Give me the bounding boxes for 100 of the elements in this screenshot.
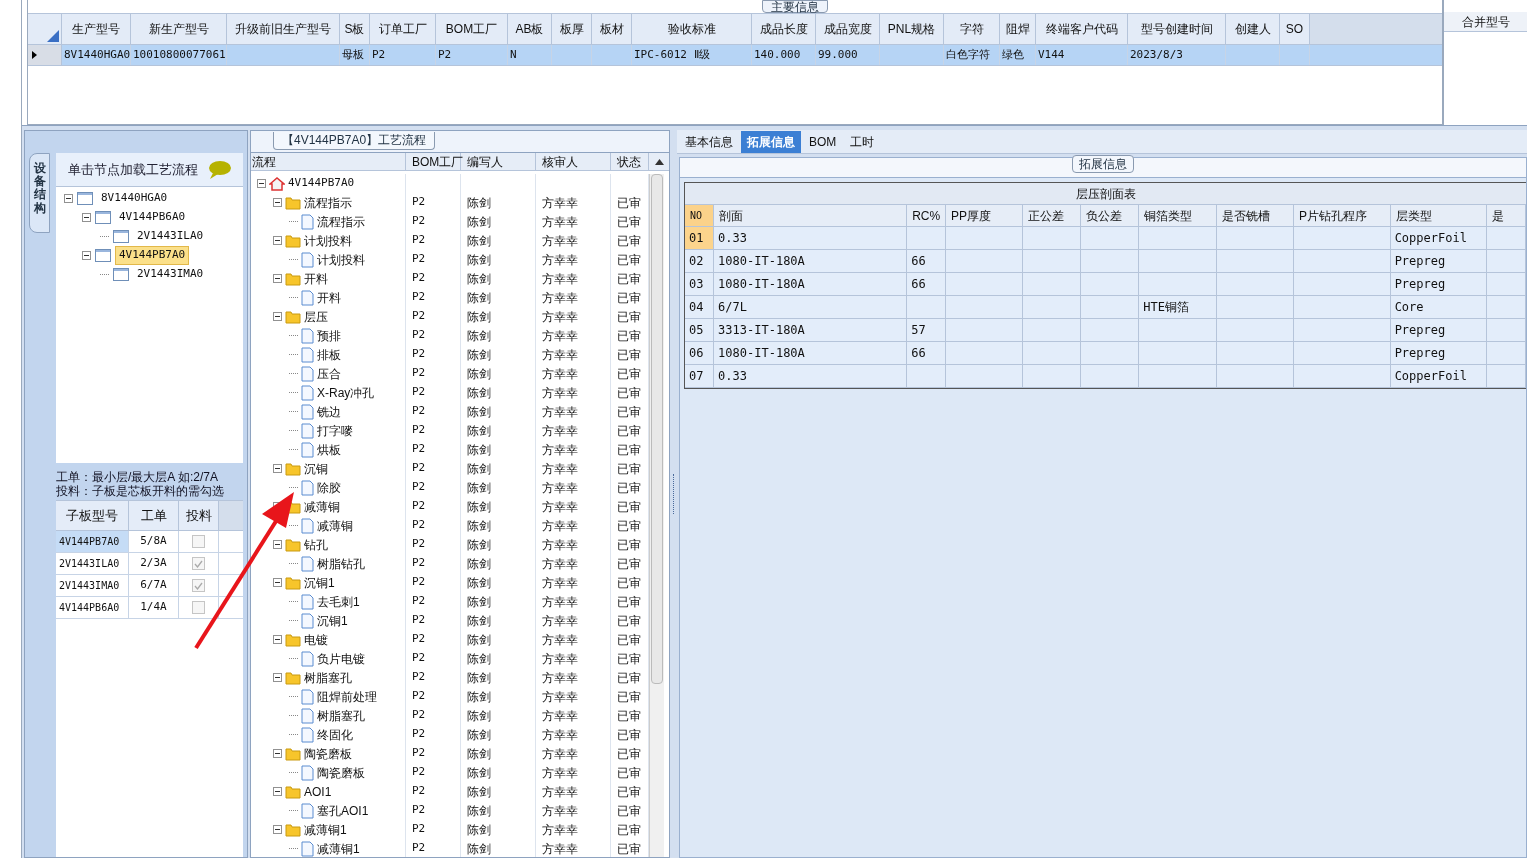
column-header[interactable]: 终端客户代码 [1036,14,1128,44]
tree-node[interactable]: 铣边 [317,402,341,421]
column-header[interactable]: P片钻孔程序 [1294,205,1391,226]
tree-node[interactable]: 排板 [317,345,341,364]
tab[interactable]: BOM [803,131,843,153]
tree-node[interactable]: 沉铜1 [304,573,335,592]
column-header[interactable]: BOM工厂 [406,153,461,170]
collapse-toggle[interactable] [273,578,282,587]
tree-node[interactable]: 钻孔 [304,535,328,554]
column-header[interactable]: 字符 [944,14,1000,44]
column-header[interactable]: 升级前旧生产型号 [227,14,340,44]
table-cell[interactable]: 4V144PB6A0 [56,597,129,618]
collapse-toggle[interactable] [273,749,282,758]
collapse-toggle[interactable] [257,179,266,188]
tree-node[interactable]: 开料 [317,288,341,307]
tree-node[interactable]: 2V1443IMA0 [133,265,208,284]
tree-node[interactable]: 塞孔AOI1 [317,801,369,820]
tree-node[interactable]: 层压 [304,307,328,326]
column-header[interactable]: 负公差 [1081,205,1140,226]
collapse-toggle[interactable] [273,825,282,834]
checkbox[interactable] [192,579,205,592]
collapse-toggle[interactable] [64,194,73,203]
column-header[interactable]: 型号创建时间 [1128,14,1226,44]
scroll-up-icon[interactable] [654,158,664,165]
tree-node[interactable]: 减薄铜1 [317,839,360,857]
column-header[interactable]: 订单工厂 [370,14,436,44]
column-header[interactable]: 新生产型号 [131,14,227,44]
collapse-toggle[interactable] [82,213,91,222]
table-row[interactable]: 8V1440HGA0 10010800077061 母板 P2 P2 N IPC-6012 Ⅱ级 140.000 99.000 白色字符 绿色 V144 2023/8/3 [28,45,1442,66]
column-header[interactable]: NO [685,205,715,226]
tree-node[interactable]: 流程指示 [317,212,365,231]
tree-node[interactable]: 预排 [317,326,341,345]
column-header[interactable]: BOM工厂 [436,14,508,44]
side-tab[interactable]: 设备结构 [29,153,50,233]
tree-node[interactable]: 烘板 [317,440,341,459]
collapse-toggle[interactable] [273,312,282,321]
column-header[interactable]: 板厚 [552,14,592,44]
tree-node[interactable]: 除胶 [317,478,341,497]
tree-node[interactable]: 负片电镀 [317,649,365,668]
collapse-toggle[interactable] [273,236,282,245]
splitter-handle[interactable] [672,474,675,514]
collapse-toggle[interactable] [273,464,282,473]
column-header[interactable]: 正公差 [1023,205,1082,226]
tree-node[interactable]: 去毛刺1 [317,592,360,611]
tree-node[interactable]: 4V144PB6A0 [115,208,190,227]
collapse-toggle[interactable] [273,540,282,549]
tree-node[interactable]: AOI1 [304,782,332,801]
column-header[interactable]: PP厚度 [945,205,1024,226]
column-header[interactable]: 状态 [611,153,649,170]
tree-node[interactable]: 电镀 [304,630,328,649]
collapse-toggle[interactable] [273,673,282,682]
table-cell[interactable]: 2V1443ILA0 [56,553,129,574]
collapse-toggle[interactable] [273,635,282,644]
column-header[interactable]: 剖面 [714,205,908,226]
tree-node[interactable]: 4V144PB7A0 [115,246,190,265]
column-header[interactable]: 创建人 [1226,14,1280,44]
column-header[interactable]: 是 [1487,205,1526,226]
tree-node[interactable]: X-Ray冲孔 [317,383,375,402]
tree-node[interactable]: 陶瓷磨板 [304,744,352,763]
checkbox[interactable] [192,535,205,548]
tree-node[interactable]: 树脂塞孔 [317,706,365,725]
column-header[interactable]: 工单 [129,501,179,530]
checkbox[interactable] [192,601,205,614]
tab[interactable]: 拓展信息 [741,131,801,153]
column-header[interactable]: 铜箔类型 [1139,205,1217,226]
collapse-toggle[interactable] [273,198,282,207]
tree-node[interactable]: 2V1443ILA0 [133,227,208,246]
column-header[interactable]: PNL规格 [880,14,944,44]
column-header[interactable]: 成品宽度 [816,14,880,44]
tree-node[interactable]: 8V1440HGA0 [97,189,172,208]
tree-node[interactable]: 打字嘜 [317,421,353,440]
tree-node[interactable]: 计划投料 [317,250,365,269]
tree-node[interactable]: 树脂钻孔 [317,554,365,573]
table-cell[interactable]: 4V144PB7A0 [56,531,129,552]
collapse-toggle[interactable] [273,274,282,283]
column-header[interactable]: AB板 [508,14,552,44]
checkbox[interactable] [192,557,205,570]
tree-node[interactable]: 开料 [304,269,328,288]
collapse-toggle[interactable] [273,787,282,796]
tree-node[interactable]: 4V144PB7A0 [288,175,355,192]
tree-node[interactable]: 压合 [317,364,341,383]
tree-node[interactable]: 陶瓷磨板 [317,763,365,782]
column-header[interactable]: 流程 [251,153,406,170]
scrollbar[interactable] [649,174,664,857]
column-header[interactable]: 生产型号 [62,14,131,44]
column-header[interactable]: 阻焊 [1000,14,1036,44]
column-header[interactable]: 子板型号 [56,501,129,530]
tree-node[interactable]: 减薄铜 [317,516,353,535]
tree-node[interactable]: 计划投料 [304,231,352,250]
column-header[interactable]: 合并型号 [1444,12,1527,32]
column-header[interactable]: 验收标准 [632,14,752,44]
tree-node[interactable]: 阻焊前处理 [317,687,377,706]
tab[interactable]: 工时 [844,131,881,153]
scroll-thumb[interactable] [651,174,663,684]
tree-node[interactable]: 沉铜 [304,459,328,478]
column-header[interactable]: 核审人 [536,153,611,170]
column-header[interactable]: 板材 [592,14,632,44]
tree-node[interactable]: 流程指示 [304,193,352,212]
column-header[interactable]: 成品长度 [752,14,816,44]
column-header[interactable]: 层类型 [1390,205,1488,226]
